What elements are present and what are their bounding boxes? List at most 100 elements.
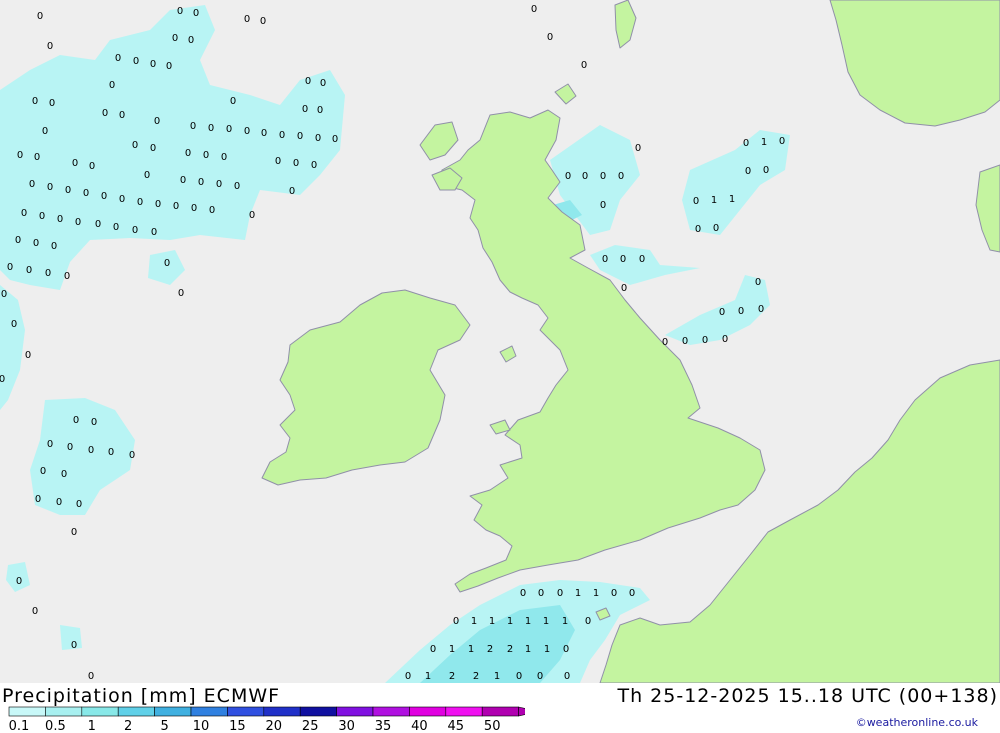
precip-value-label: 0 [713,223,719,234]
precip-value-label: 0 [581,60,587,71]
precip-value-label: 0 [564,671,570,682]
precip-value-label: 0 [722,334,728,345]
legend-swatch [299,706,337,717]
map-footer: Precipitation [mm] ECMWF Th 25-12-2025 1… [0,683,1000,733]
precip-value-label: 1 [507,616,513,627]
precip-value-label: 0 [137,197,143,208]
precip-value-label: 0 [115,53,121,64]
precip-value-label: 0 [758,304,764,315]
precip-value-label: 0 [531,4,537,15]
precip-value-label: 0 [32,606,38,617]
precip-value-label: 0 [21,208,27,219]
precip-value-label: 0 [332,134,338,145]
precip-value-label: 0 [0,374,5,385]
legend-swatch [117,706,155,717]
precip-value-label: 0 [37,11,43,22]
precip-value-label: 0 [108,447,114,458]
precip-value-label: 0 [11,319,17,330]
precip-value-label: 0 [695,224,701,235]
precip-value-label: 0 [600,200,606,211]
precip-value-label: 0 [226,124,232,135]
precip-value-label: 0 [164,258,170,269]
legend-swatch [8,706,46,717]
precip-value-label: 0 [71,527,77,538]
legend-tick-label: 0.1 [9,719,30,733]
precip-value-label: 0 [537,671,543,682]
precip-value-label: 0 [155,199,161,210]
precip-value-label: 0 [166,61,172,72]
precip-value-label: 0 [75,217,81,228]
precip-value-label: 0 [635,143,641,154]
precip-value-label: 1 [761,137,767,148]
precip-value-label: 0 [150,143,156,154]
legend-tick-label: 15 [229,719,246,733]
precip-value-label: 2 [473,671,479,682]
precip-value-label: 0 [151,227,157,238]
precip-value-label: 0 [302,104,308,115]
precip-value-label: 0 [71,640,77,651]
precip-value-label: 0 [45,268,51,279]
legend-tick-label: 30 [338,719,355,733]
legend-tick-label: 25 [302,719,319,733]
precip-value-label: 0 [317,105,323,116]
precip-value-label: 1 [525,644,531,655]
precip-value-label: 0 [132,225,138,236]
precip-value-label: 0 [35,494,41,505]
precip-value-label: 0 [88,445,94,456]
precip-value-label: 0 [244,126,250,137]
precip-value-label: 0 [216,179,222,190]
credit-link[interactable]: ©weatheronline.co.uk [856,716,978,729]
precip-value-label: 0 [17,150,23,161]
precip-value-label: 0 [738,306,744,317]
legend-tick-label: 45 [448,719,465,733]
precip-value-label: 0 [173,201,179,212]
precip-value-label: 0 [230,96,236,107]
precip-value-label: 0 [51,241,57,252]
precip-value-label: 0 [95,219,101,230]
precip-value-label: 0 [25,350,31,361]
precip-value-label: 0 [64,271,70,282]
precip-value-label: 0 [26,265,32,276]
precip-value-label: 0 [693,196,699,207]
legend-tick-label: 10 [193,719,210,733]
precip-value-label: 1 [468,644,474,655]
precip-value-label: 0 [57,214,63,225]
precip-value-label: 1 [575,588,581,599]
precip-value-label: 1 [729,194,735,205]
precip-value-label: 0 [88,671,94,682]
precip-value-label: 2 [507,644,513,655]
legend-swatch [190,706,228,717]
precip-value-label: 0 [150,59,156,70]
legend-swatch [81,706,119,717]
product-title: Precipitation [mm] ECMWF [2,685,281,707]
legend-swatch [372,706,410,717]
precip-value-label: 0 [177,6,183,17]
precip-value-label: 2 [487,644,493,655]
precip-value-label: 0 [244,14,250,25]
precip-value-label: 0 [47,41,53,52]
precip-value-label: 0 [91,417,97,428]
precip-value-label: 0 [209,205,215,216]
legend-tick-label: 5 [160,719,168,733]
precip-value-label: 0 [297,131,303,142]
legend-swatch [445,706,483,717]
precip-value-label: 0 [682,336,688,347]
precip-value-label: 1 [593,588,599,599]
legend-swatch [409,706,447,717]
legend-swatch [45,706,83,717]
precip-value-label: 0 [763,165,769,176]
precip-value-label: 0 [745,166,751,177]
precip-value-label: 0 [719,307,725,318]
precip-value-label: 0 [453,616,459,627]
legend-tick-label: 1 [88,719,96,733]
precip-value-label: 0 [42,126,48,137]
precip-value-label: 0 [305,76,311,87]
precip-value-label: 0 [178,288,184,299]
precip-value-label: 0 [190,121,196,132]
precip-value-label: 0 [15,235,21,246]
precip-value-label: 0 [188,35,194,46]
precip-value-label: 0 [129,450,135,461]
precip-value-label: 0 [208,123,214,134]
precip-value-label: 0 [582,171,588,182]
precip-value-label: 0 [234,181,240,192]
